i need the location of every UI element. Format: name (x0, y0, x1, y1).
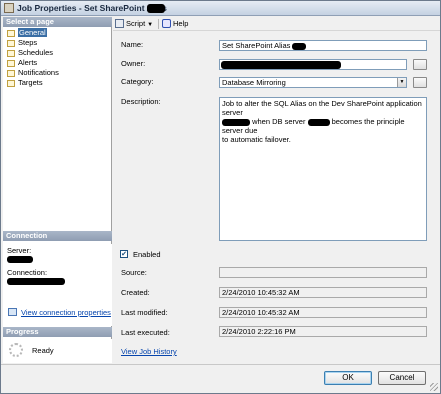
page-item-notifications[interactable]: Notifications (5, 68, 110, 78)
progress-spinner-icon (9, 343, 23, 357)
general-page: Script ▼ Help Name: Set SharePoint Alias … (113, 17, 440, 363)
script-icon (115, 19, 124, 28)
redacted-name-suffix (292, 42, 307, 50)
page-list: General Steps Schedules Alerts Notificat… (5, 28, 110, 88)
page-icon (7, 70, 15, 77)
left-pane: Select a page General Steps Schedules Al… (3, 17, 112, 363)
job-properties-dialog: Job Properties - Set SharePoint Alias Se… (0, 0, 441, 394)
resize-grip-icon[interactable] (430, 383, 438, 391)
page-item-schedules[interactable]: Schedules (5, 48, 110, 58)
help-icon (162, 19, 171, 28)
connection-label: Connection: (7, 268, 48, 277)
chevron-down-icon[interactable]: ▼ (147, 22, 153, 28)
page-item-label: Schedules (18, 48, 54, 57)
job-icon (4, 3, 14, 13)
created-field: 2/24/2010 10:45:32 AM (219, 287, 427, 298)
source-field (219, 267, 427, 278)
view-job-history-link[interactable]: View Job History (121, 347, 177, 356)
connection-header: Connection (3, 231, 112, 241)
description-label: Description: (121, 97, 161, 106)
cancel-button[interactable]: Cancel (378, 371, 426, 385)
connection-panel: Server: Connection: View connection prop… (3, 244, 112, 326)
name-value: Set SharePoint Alias (222, 41, 291, 50)
page-item-label: Notifications (18, 68, 59, 77)
progress-header: Progress (3, 327, 112, 337)
title-bar[interactable]: Job Properties - Set SharePoint Alias (1, 1, 440, 16)
button-bar: OK Cancel (1, 364, 440, 393)
page-icon (7, 40, 15, 47)
toolbar-separator (158, 19, 159, 29)
redacted-db-server (307, 118, 330, 126)
description-line: Job to alter the SQL Alias on the Dev Sh… (222, 99, 422, 117)
description-text: when DB server (252, 117, 306, 126)
page-icon (7, 30, 15, 37)
last-executed-field: 2/24/2010 2:22:16 PM (219, 326, 427, 337)
enabled-label: Enabled (133, 250, 161, 259)
owner-label: Owner: (121, 59, 146, 68)
category-select[interactable]: Database Mirroring ▼ (219, 77, 407, 88)
created-label: Created: (121, 288, 150, 297)
redacted-owner (221, 61, 341, 69)
description-field[interactable]: Job to alter the SQL Alias on the Dev Sh… (219, 97, 427, 241)
category-value: Database Mirroring (222, 78, 286, 87)
page-item-steps[interactable]: Steps (5, 38, 110, 48)
select-page-header: Select a page (3, 17, 112, 27)
description-line: to automatic failover. (222, 135, 291, 144)
owner-field[interactable] (219, 59, 407, 70)
description-line: when DB server becomes the principle ser… (222, 117, 424, 135)
redacted-connection (7, 278, 65, 285)
script-button[interactable]: Script ▼ (114, 18, 153, 29)
page-item-label: General (18, 28, 47, 37)
last-executed-label: Last executed: (121, 328, 170, 337)
progress-status: Ready (32, 346, 54, 355)
toolbar: Script ▼ Help (113, 17, 440, 31)
help-button[interactable]: Help (161, 18, 188, 29)
view-connection-properties-link[interactable]: View connection properties (21, 308, 111, 317)
page-item-label: Steps (18, 38, 38, 47)
page-item-general[interactable]: General (5, 28, 110, 38)
page-item-alerts[interactable]: Alerts (5, 58, 110, 68)
ok-button[interactable]: OK (324, 371, 372, 385)
name-label: Name: (121, 40, 144, 49)
redacted-server (7, 256, 33, 263)
chevron-down-icon[interactable]: ▼ (397, 78, 406, 87)
category-label: Category: (121, 77, 154, 86)
page-item-label: Targets (18, 78, 43, 87)
page-icon (7, 60, 15, 67)
server-label: Server: (7, 246, 32, 255)
owner-browse-button[interactable] (413, 59, 427, 70)
category-browse-button[interactable] (413, 77, 427, 88)
connection-properties-icon (8, 308, 17, 316)
redacted-server-name (222, 118, 250, 126)
page-item-targets[interactable]: Targets (5, 78, 110, 88)
help-label: Help (173, 19, 189, 28)
enabled-checkbox[interactable]: ✔ (120, 250, 128, 258)
page-icon (7, 50, 15, 57)
last-modified-field: 2/24/2010 10:45:32 AM (219, 307, 427, 318)
redacted-title-block (147, 4, 165, 13)
window-title: Job Properties - Set SharePoint Alias (17, 3, 167, 13)
page-icon (7, 80, 15, 87)
progress-panel: Ready (3, 339, 112, 363)
source-label: Source: (121, 268, 147, 277)
script-label: Script (126, 19, 146, 28)
page-item-label: Alerts (18, 58, 38, 67)
name-field[interactable]: Set SharePoint Alias (219, 40, 427, 51)
last-modified-label: Last modified: (121, 308, 168, 317)
